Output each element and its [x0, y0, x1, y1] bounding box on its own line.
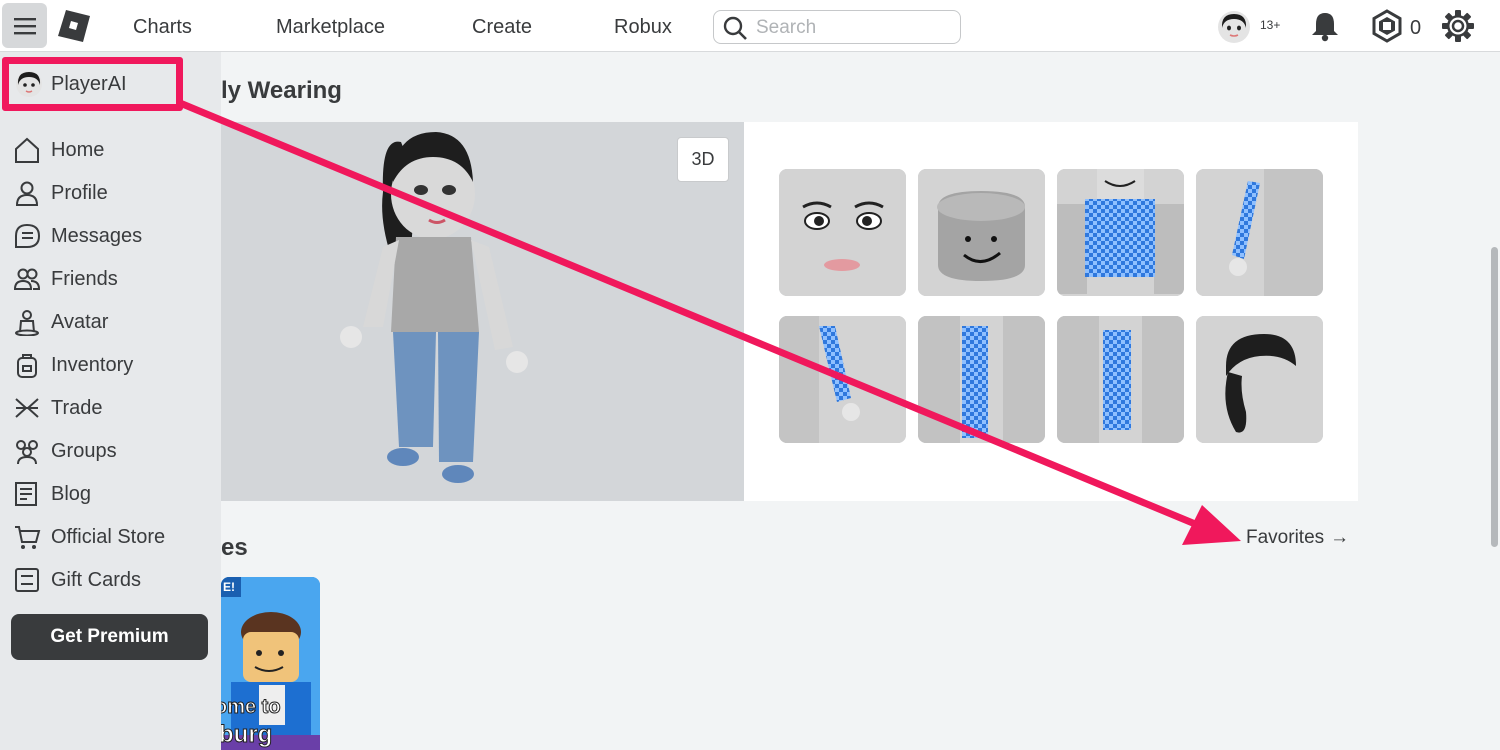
- sidebar-username: PlayerAI: [51, 72, 127, 95]
- inventory-icon: [12, 350, 42, 380]
- sidebar-item-label: Inventory: [51, 353, 134, 376]
- sidebar-item-friends[interactable]: Friends: [12, 262, 118, 296]
- avatar-preview-panel[interactable]: 3D: [221, 122, 744, 501]
- sidebar-item-label: Avatar: [51, 310, 109, 333]
- view-3d-button[interactable]: 3D: [677, 137, 729, 182]
- groups-icon: [12, 436, 42, 466]
- item-tile-face[interactable]: [779, 169, 906, 296]
- sidebar-item-inventory[interactable]: Inventory: [12, 348, 133, 382]
- store-cart-icon: [12, 522, 42, 552]
- top-navigation-bar: Charts Marketplace Create Robux 13+ 0: [0, 0, 1500, 52]
- item-tile-left-arm[interactable]: [779, 316, 906, 443]
- roblox-logo[interactable]: [58, 10, 90, 42]
- robux-icon[interactable]: [1370, 9, 1404, 43]
- game-caption-line1: ome to: [221, 696, 281, 718]
- sidebar-item-label: Trade: [51, 396, 103, 419]
- game-thumbnail: E! ome to burg: [221, 577, 320, 750]
- game-caption-line2: burg: [221, 721, 272, 748]
- item-tile-hair[interactable]: [1196, 316, 1323, 443]
- sidebar-item-messages[interactable]: Messages: [12, 219, 142, 253]
- avatar-icon: [12, 307, 42, 337]
- item-tile-left-leg[interactable]: [918, 316, 1045, 443]
- search-box[interactable]: [713, 10, 961, 44]
- sidebar-item-label: Home: [51, 138, 105, 161]
- robux-balance: 0: [1410, 17, 1422, 39]
- settings-gear-icon[interactable]: [1441, 9, 1475, 43]
- sidebar-item-label: Blog: [51, 482, 92, 505]
- sidebar-item-gift-cards[interactable]: Gift Cards: [12, 563, 141, 597]
- nav-robux[interactable]: Robux: [614, 16, 672, 39]
- sidebar-item-label: Profile: [51, 181, 108, 204]
- sidebar-item-official-store[interactable]: Official Store: [12, 520, 165, 554]
- shirt-thumbnail: [1057, 169, 1184, 296]
- home-icon: [12, 135, 42, 165]
- hair-thumbnail: [1196, 316, 1323, 443]
- messages-icon: [12, 221, 42, 251]
- sidebar-menu: PlayerAI Home Profile Messages Friends A…: [0, 52, 221, 750]
- sidebar-item-label: Messages: [51, 224, 143, 247]
- hamburger-icon: [13, 17, 36, 34]
- nav-charts[interactable]: Charts: [133, 16, 192, 39]
- user-avatar-icon: [16, 71, 42, 97]
- trade-icon: [12, 393, 42, 423]
- sidebar-item-label: Friends: [51, 267, 118, 290]
- friends-icon: [12, 264, 42, 294]
- nav-marketplace[interactable]: Marketplace: [276, 16, 385, 39]
- profile-icon: [12, 178, 42, 208]
- blog-icon: [12, 479, 42, 509]
- sidebar-item-blog[interactable]: Blog: [12, 477, 91, 511]
- search-icon[interactable]: [722, 15, 748, 41]
- favorites-section-title: es: [221, 534, 248, 561]
- user-avatar-thumbnail[interactable]: [1217, 10, 1251, 44]
- item-tile-right-leg[interactable]: [1057, 316, 1184, 443]
- gift-card-icon: [12, 565, 42, 595]
- sidebar-item-home[interactable]: Home: [12, 133, 104, 167]
- arm-thumbnail: [1196, 169, 1323, 296]
- age-badge: 13+: [1260, 18, 1281, 32]
- nav-create[interactable]: Create: [472, 16, 532, 39]
- notifications-bell-icon[interactable]: [1310, 10, 1340, 42]
- game-card[interactable]: E! ome to burg: [221, 577, 320, 750]
- sidebar-item-label: Groups: [51, 439, 117, 462]
- currently-wearing-title: ly Wearing: [221, 77, 342, 104]
- item-tile-head[interactable]: [918, 169, 1045, 296]
- arrow-right-icon: →: [1330, 527, 1350, 548]
- leg-thumbnail: [918, 316, 1045, 443]
- sidebar-item-groups[interactable]: Groups: [12, 434, 117, 468]
- game-badge-text: E!: [223, 580, 235, 594]
- sidebar-user-profile-link[interactable]: PlayerAI: [2, 57, 183, 111]
- favorites-link[interactable]: Favorites →: [1246, 527, 1349, 549]
- get-premium-button[interactable]: Get Premium: [11, 614, 208, 660]
- item-tile-shirt[interactable]: [1057, 169, 1184, 296]
- sidebar-item-label: Official Store: [51, 525, 166, 548]
- wearing-items-panel: [744, 122, 1358, 501]
- item-tile-right-arm[interactable]: [1196, 169, 1323, 296]
- page-scrollbar[interactable]: [1488, 52, 1500, 750]
- leg-thumbnail: [1057, 316, 1184, 443]
- sidebar-item-label: Gift Cards: [51, 568, 142, 591]
- favorites-label: Favorites: [1246, 527, 1325, 548]
- search-input[interactable]: [756, 16, 951, 40]
- scrollbar-thumb[interactable]: [1491, 247, 1498, 547]
- face-thumbnail: [779, 169, 906, 296]
- menu-button[interactable]: [2, 3, 47, 48]
- sidebar-item-trade[interactable]: Trade: [12, 391, 103, 425]
- arm-thumbnail: [779, 316, 906, 443]
- sidebar-item-profile[interactable]: Profile: [12, 176, 108, 210]
- sidebar-item-avatar[interactable]: Avatar: [12, 305, 108, 339]
- head-thumbnail: [918, 169, 1045, 296]
